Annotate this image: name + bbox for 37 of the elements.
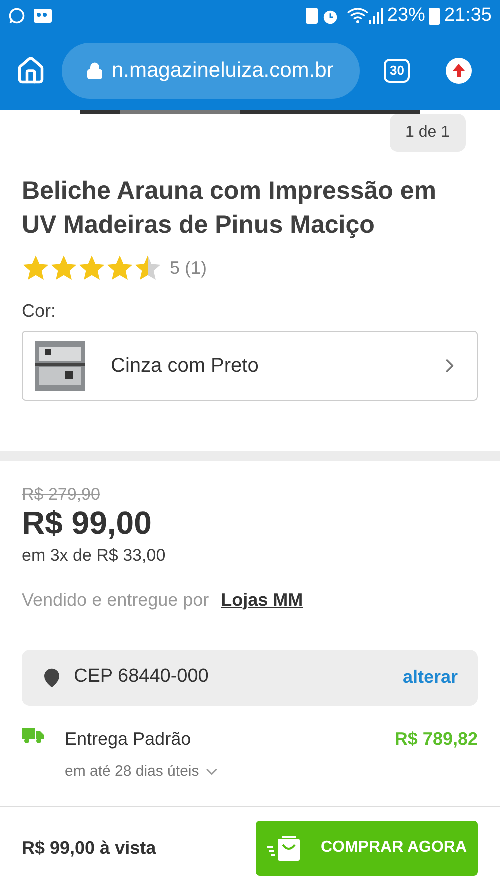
clock: 21:35 — [444, 4, 492, 28]
star-icon — [78, 254, 106, 282]
star-icon — [106, 254, 134, 282]
battery-icon — [429, 8, 440, 24]
location-pin-icon — [42, 668, 62, 688]
seller-link[interactable]: Lojas MM — [221, 586, 304, 614]
voicemail-icon — [34, 8, 52, 24]
tab-counter[interactable]: 30 — [384, 59, 410, 83]
shipping-cost: R$ 789,82 — [394, 728, 478, 750]
truck-icon — [22, 728, 44, 744]
cash-price: R$ 99,00 à vista — [22, 836, 158, 860]
shipping-method: Entrega Padrão — [65, 728, 192, 751]
installments: em 3x de R$ 33,00 — [22, 545, 166, 567]
shopping-bag-icon — [266, 833, 301, 863]
url-text: n.magazineluiza.com.br — [112, 58, 334, 84]
signal-icon — [369, 8, 384, 24]
cep-text: CEP 68440-000 — [74, 665, 210, 690]
color-label: Cor: — [22, 300, 58, 323]
seller-label: Vendido e entregue por — [22, 588, 210, 612]
wifi-icon — [347, 8, 370, 24]
delivery-estimate: em até 28 dias úteis — [65, 762, 200, 782]
old-price: R$ 279,90 — [22, 485, 100, 505]
current-price: R$ 99,00 — [22, 505, 152, 541]
upload-icon[interactable] — [446, 58, 472, 84]
product-title: Beliche Arauna com Impressão em UV Madeiras de Pinus Maciço — [22, 176, 438, 241]
star-icon — [50, 254, 78, 282]
rating-count: 5 (1) — [170, 256, 208, 280]
image-counter: 1 de 1 — [390, 114, 466, 152]
buy-now-button[interactable]: COMPRAR AGORA — [256, 820, 478, 876]
star-icon — [22, 254, 50, 282]
lock-icon — [86, 62, 104, 80]
color-selector[interactable]: Cinza com Preto — [22, 331, 478, 401]
battery-percent: 23% — [387, 4, 426, 28]
change-link[interactable]: alterar — [402, 664, 458, 691]
star-icon — [134, 254, 162, 282]
home-icon[interactable] — [16, 56, 46, 86]
address-bar[interactable]: n.magazineluiza.com.br — [62, 43, 360, 99]
